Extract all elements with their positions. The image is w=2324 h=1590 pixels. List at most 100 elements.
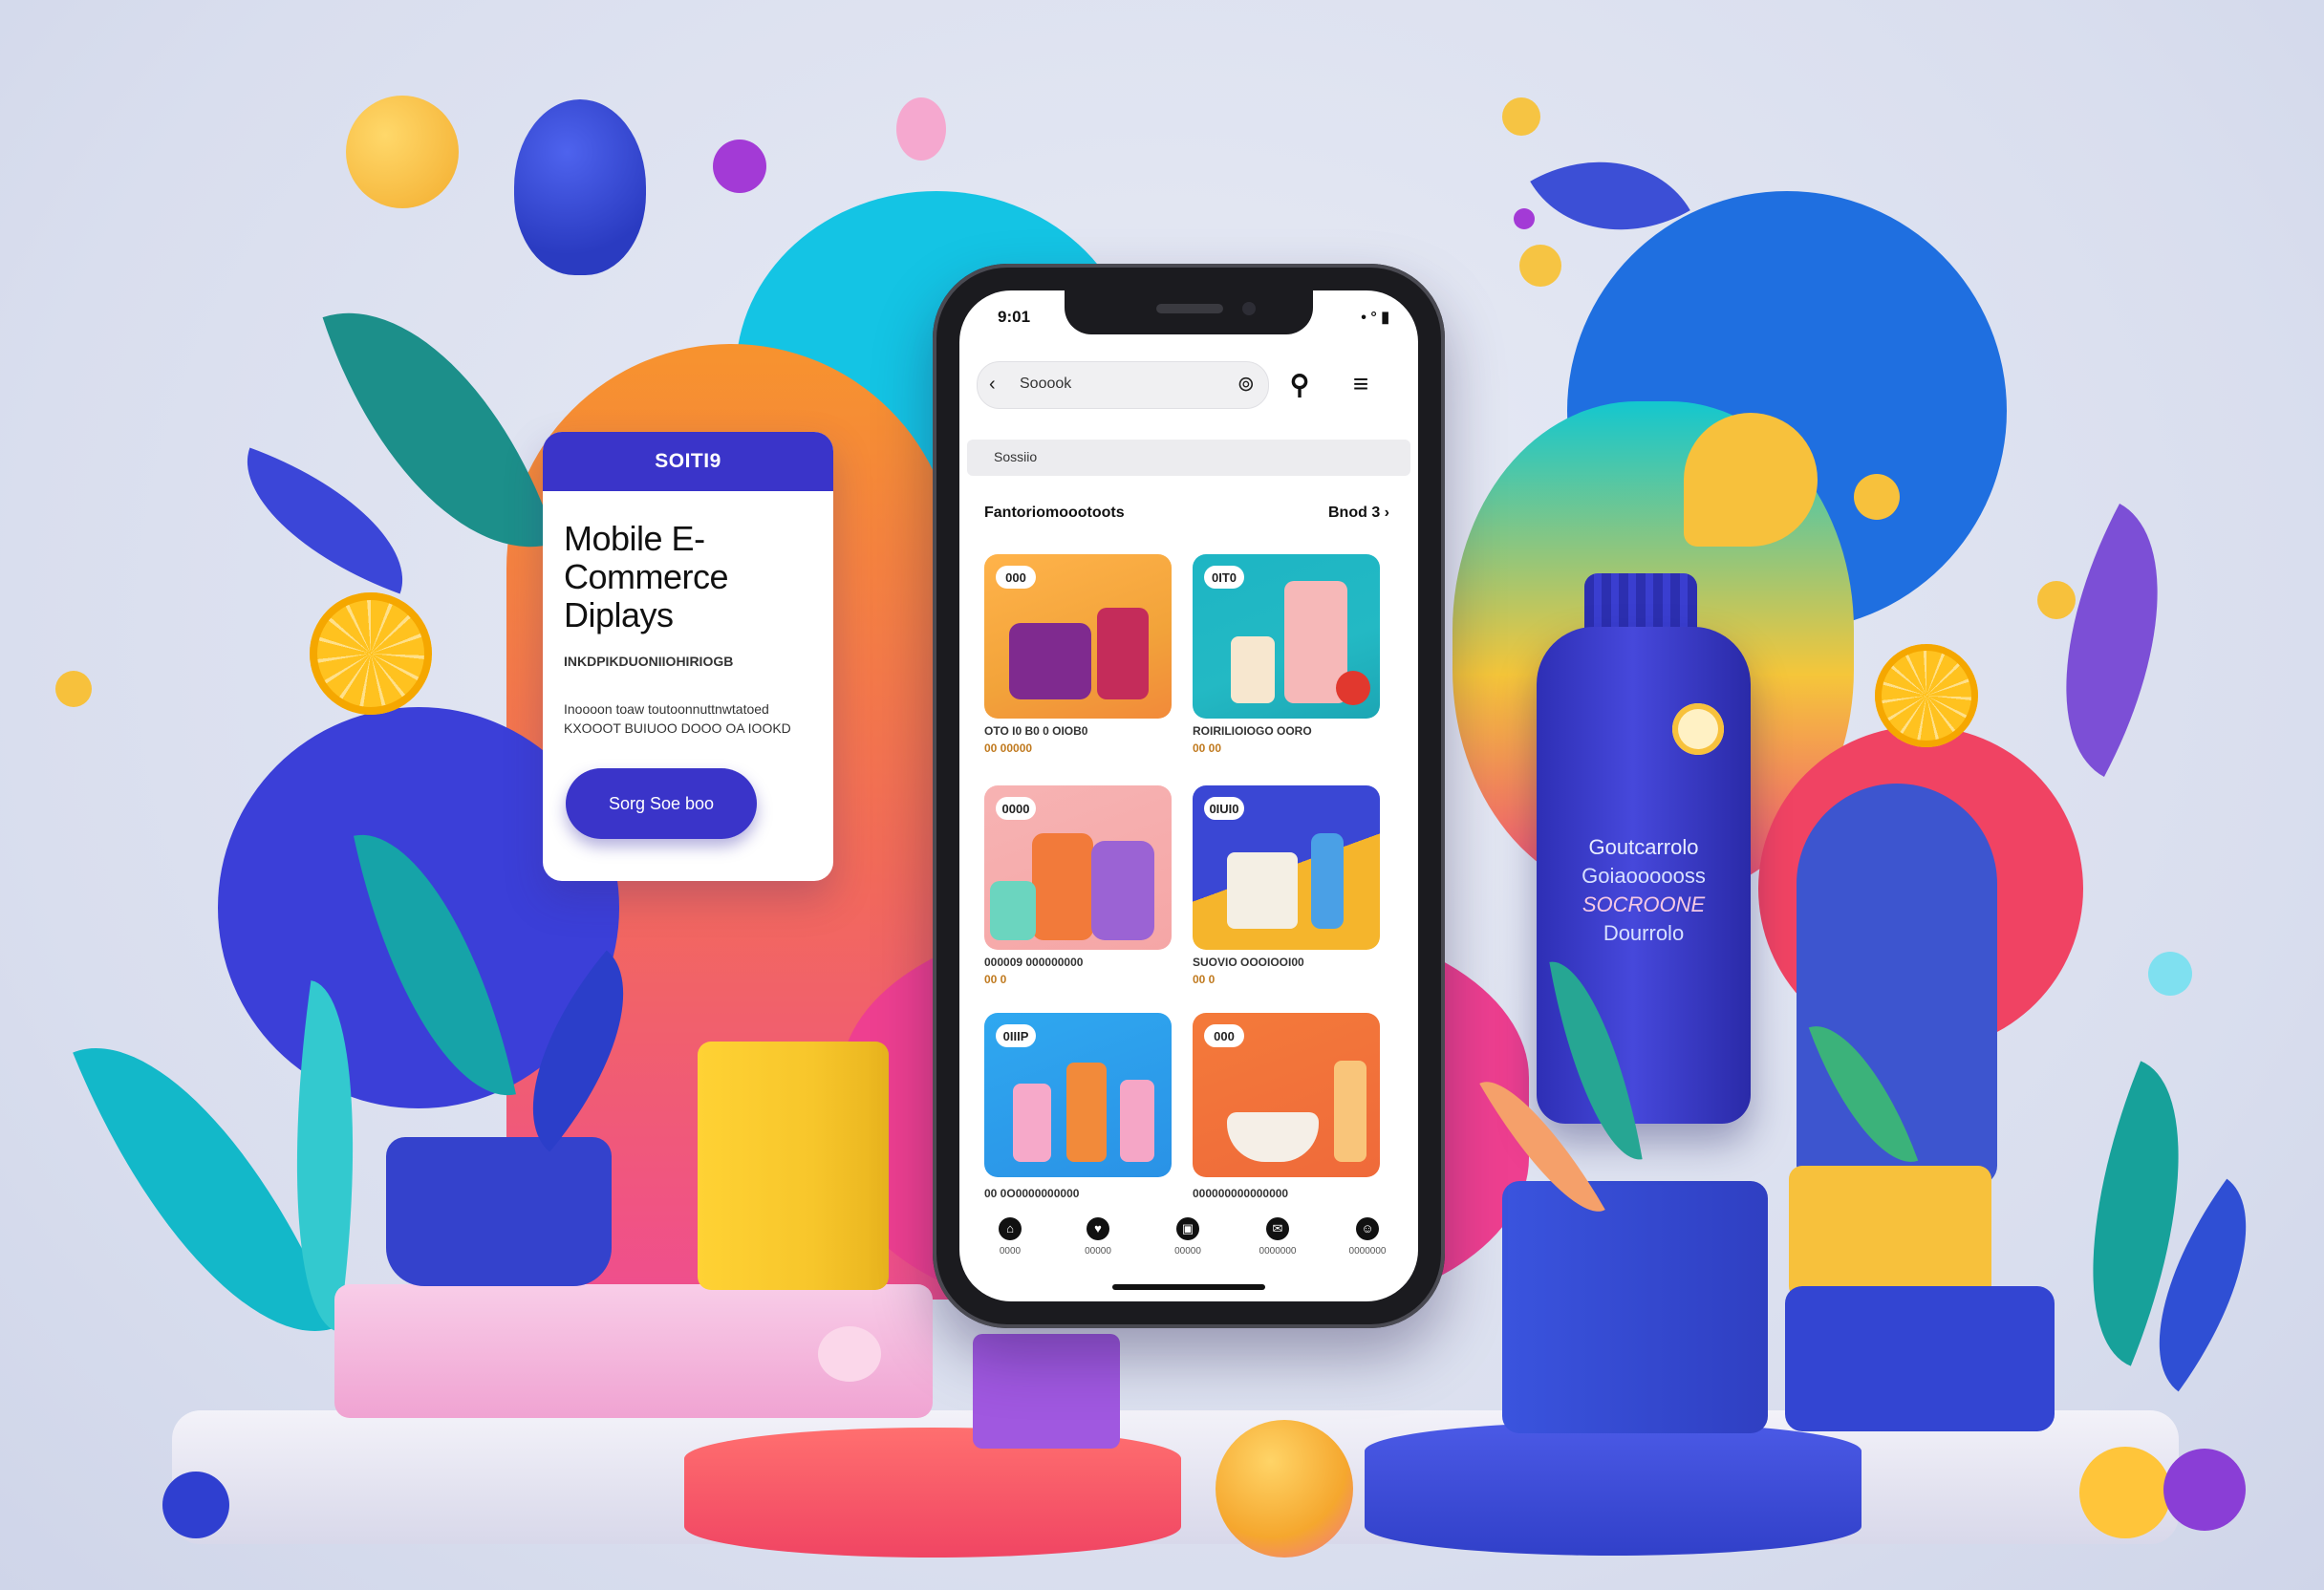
promo-card-title: Mobile E-Commerce Diplays: [564, 519, 729, 634]
tab-messages[interactable]: ✉ 0000000: [1244, 1208, 1311, 1257]
product-price: 00 0: [984, 973, 1007, 986]
tab-label: 00000: [1085, 1246, 1111, 1257]
product-name: SUOVIO OOOIOOI00: [1193, 956, 1304, 969]
blue-egg: [514, 99, 646, 275]
lemon-slice-left: [310, 592, 432, 715]
yellow-drop: [1684, 413, 1818, 547]
product-badge: 0000: [996, 797, 1036, 820]
yellow-sphere-bottom: [1216, 1420, 1353, 1558]
product-badge: 000: [1204, 1024, 1244, 1047]
product-name: 000009 000000000: [984, 956, 1084, 969]
product-card[interactable]: 0IIIP: [984, 1013, 1172, 1177]
phone-notch: [1065, 290, 1313, 334]
promo-card-header: SOITI9: [543, 432, 833, 491]
product-price: 00 0: [1193, 973, 1216, 986]
bottom-tab-bar: ⌂ 0000 ♥ 00000 ▣ 00000 ✉ 0000000 ☺ 00000…: [959, 1208, 1418, 1275]
pink-pebble: [896, 97, 946, 161]
heart-icon: ♥: [1087, 1217, 1109, 1240]
purple-sphere-bottom-right: [2163, 1449, 2246, 1531]
promo-card-body: Inoooon toaw toutoonnuttnwtatoed KXOOOT …: [564, 701, 791, 736]
tab-cart[interactable]: ▣ 00000: [1154, 1208, 1221, 1257]
purple-sphere: [713, 140, 766, 193]
home-indicator: [1112, 1284, 1265, 1290]
product-name: OTO I0 B0 0 OIOB0: [984, 724, 1088, 738]
tab-label: 0000000: [1259, 1246, 1297, 1257]
yellow-sphere: [346, 96, 459, 208]
category-bar-label: Sossiio: [994, 449, 1038, 464]
chat-icon: ✉: [1266, 1217, 1289, 1240]
scan-icon[interactable]: ⊚: [1237, 372, 1255, 397]
product-bottle-small: [1091, 841, 1154, 940]
product-name: 000000000000000: [1193, 1187, 1289, 1200]
speaker-grille: [1156, 304, 1223, 313]
product-bottle-small: [1013, 1084, 1051, 1162]
product-cup: [990, 881, 1036, 940]
tab-home[interactable]: ⌂ 0000: [977, 1208, 1044, 1257]
bottle-label: Goutcarrolo Goiaoooooss SOCROONE Dourrol…: [1539, 833, 1749, 948]
home-icon: ⌂: [999, 1217, 1022, 1240]
product-bottle-small: [1120, 1080, 1154, 1162]
product-badge: 0IT0: [1204, 566, 1244, 589]
yellow-dot-right: [1854, 474, 1900, 520]
product-card[interactable]: 0IT0: [1193, 554, 1380, 719]
menu-icon[interactable]: ≡: [1342, 365, 1380, 403]
product-jar: [1009, 623, 1091, 699]
bottle-label-line: Dourrolo: [1603, 921, 1685, 945]
product-bowl: [1227, 1112, 1319, 1162]
product-card[interactable]: 0000: [984, 785, 1172, 950]
product-name: 00 0O0000000000: [984, 1187, 1080, 1200]
search-bar[interactable]: ‹ Sooook ⊚: [977, 361, 1269, 409]
back-arrow-icon[interactable]: ‹: [989, 374, 996, 396]
smartphone-mockup: 9:01 • ° ▮ ‹ Sooook ⊚ ⚲ ≡ Sossiio Fantor…: [933, 264, 1445, 1328]
product-bottle-small: [1097, 608, 1149, 699]
product-price: 00 00: [1193, 741, 1222, 755]
cyan-dot-right: [2148, 952, 2192, 996]
status-icons: • ° ▮: [1361, 310, 1389, 326]
product-card[interactable]: 000: [1193, 1013, 1380, 1177]
promo-card-subtitle: INKDPIKDUONIIOHIRIOGB: [564, 654, 734, 669]
bottle-label-line: Goutcarrolo: [1588, 835, 1699, 859]
phone-screen: 9:01 • ° ▮ ‹ Sooook ⊚ ⚲ ≡ Sossiio Fantor…: [959, 290, 1418, 1301]
search-icon[interactable]: ⚲: [1280, 365, 1319, 403]
yellow-sphere-bottom-right: [2079, 1447, 2171, 1538]
yellow-dot-right-2: [2037, 581, 2076, 619]
bottle-label-line: SOCROONE: [1582, 892, 1706, 916]
tab-favorites[interactable]: ♥ 00000: [1065, 1208, 1131, 1257]
blue-box-right: [1502, 1181, 1768, 1433]
product-ball: [1336, 671, 1370, 705]
purple-leaf-right: [2002, 504, 2222, 777]
purple-dot: [1514, 208, 1535, 229]
product-bottle-small: [1032, 833, 1093, 940]
promo-scene: Goutcarrolo Goiaoooooss SOCROONE Dourrol…: [0, 0, 2324, 1590]
purple-cube: [973, 1334, 1120, 1449]
product-box: [1227, 852, 1298, 929]
bottle-logo-icon: [1672, 703, 1724, 755]
yellow-dot-left: [55, 671, 92, 707]
pink-pebble-bottom: [818, 1326, 881, 1382]
small-yellow-sphere-2: [1519, 245, 1561, 287]
blue-sphere-bottom-left: [162, 1472, 229, 1538]
search-input[interactable]: Sooook: [1020, 376, 1071, 393]
shop-now-button[interactable]: Sorg Soe boo: [566, 768, 757, 839]
status-time: 9:01: [998, 308, 1031, 326]
blue-planter: [386, 1137, 612, 1286]
product-badge: 000: [996, 566, 1036, 589]
tab-label: 00000: [1174, 1246, 1201, 1257]
front-camera: [1242, 302, 1256, 315]
bag-icon: ▣: [1176, 1217, 1199, 1240]
product-card[interactable]: 0IUI0: [1193, 785, 1380, 950]
yellow-box-right: [1789, 1166, 1991, 1300]
category-bar[interactable]: Sossiio: [967, 440, 1410, 476]
profile-icon: ☺: [1356, 1217, 1379, 1240]
product-card[interactable]: 000: [984, 554, 1172, 719]
product-bottle-small: [1066, 1063, 1107, 1162]
product-badge: 0IUI0: [1204, 797, 1244, 820]
lemon-slice-right: [1875, 644, 1978, 747]
product-bottle-small: [1311, 833, 1344, 929]
product-badge: 0IIIP: [996, 1024, 1036, 1047]
see-all-link[interactable]: Bnod 3 ›: [1328, 505, 1389, 522]
product-cup: [1231, 636, 1275, 703]
product-price: 00 00000: [984, 741, 1033, 755]
bottle-label-line: Goiaoooooss: [1582, 864, 1706, 888]
tab-profile[interactable]: ☺ 0000000: [1334, 1208, 1401, 1257]
